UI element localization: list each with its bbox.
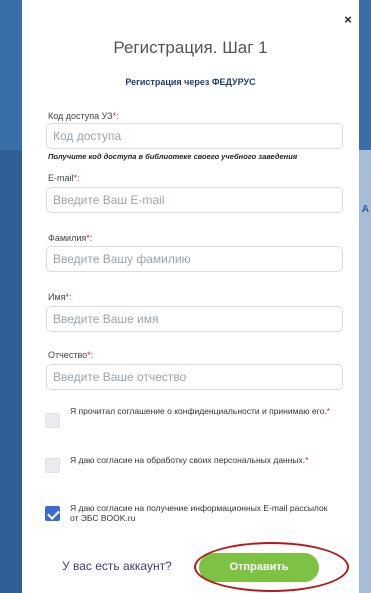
required-mark: *: [65,292,72,302]
required-mark: *: [86,233,93,243]
middle-name-label: Отчество*: [48,350,93,360]
modal-subtitle: Регистрация через ФЕДУРУС [125,77,256,87]
privacy-agreement-text: Я прочитал соглашение о конфиденциальнос… [70,406,330,416]
background-left-lower [0,150,22,593]
registration-modal: × Регистрация. Шаг 1 Регистрация через Ф… [22,0,359,593]
background-edge-text: А [361,204,369,215]
background-right-lower [359,150,371,593]
newsletter-consent-checkbox[interactable] [45,506,60,521]
access-code-label-text: Код доступа УЗ [48,111,113,121]
required-mark: * [326,406,330,416]
first-name-label-text: Имя [48,292,66,302]
close-button[interactable]: × [337,9,359,31]
last-name-input[interactable] [46,246,343,272]
required-mark: *: [112,111,119,121]
email-input[interactable] [46,187,343,213]
first-name-input[interactable] [46,306,343,332]
middle-name-input[interactable] [46,364,343,390]
first-name-label: Имя*: [48,292,72,302]
access-code-hint: Получите код доступа в библиотеке своего… [48,152,298,161]
privacy-agreement-label: Я прочитал соглашение о конфиденциальнос… [70,406,327,416]
last-name-label: Фамилия*: [48,233,92,243]
required-mark: *: [73,173,80,183]
required-mark: * [305,455,309,465]
email-label-text: E-mail [48,173,74,183]
personal-data-consent-label: Я даю согласие на обработку своих персон… [70,455,306,465]
highlight-ellipse [194,542,349,592]
access-code-label: Код доступа УЗ*: [48,111,119,121]
middle-name-label-text: Отчество [48,350,88,360]
newsletter-consent-text: Я даю согласие на получение информационн… [70,503,328,523]
personal-data-consent-text: Я даю согласие на обработку своих персон… [70,455,330,465]
have-account-link[interactable]: У вас есть аккаунт? [62,559,172,573]
email-label: E-mail*: [48,173,80,183]
required-mark: *: [87,350,94,360]
privacy-agreement-checkbox[interactable] [45,413,60,428]
personal-data-consent-checkbox[interactable] [45,458,60,473]
last-name-label-text: Фамилия [48,233,87,243]
modal-title: Регистрация. Шаг 1 [113,38,268,57]
access-code-input[interactable] [46,123,343,149]
